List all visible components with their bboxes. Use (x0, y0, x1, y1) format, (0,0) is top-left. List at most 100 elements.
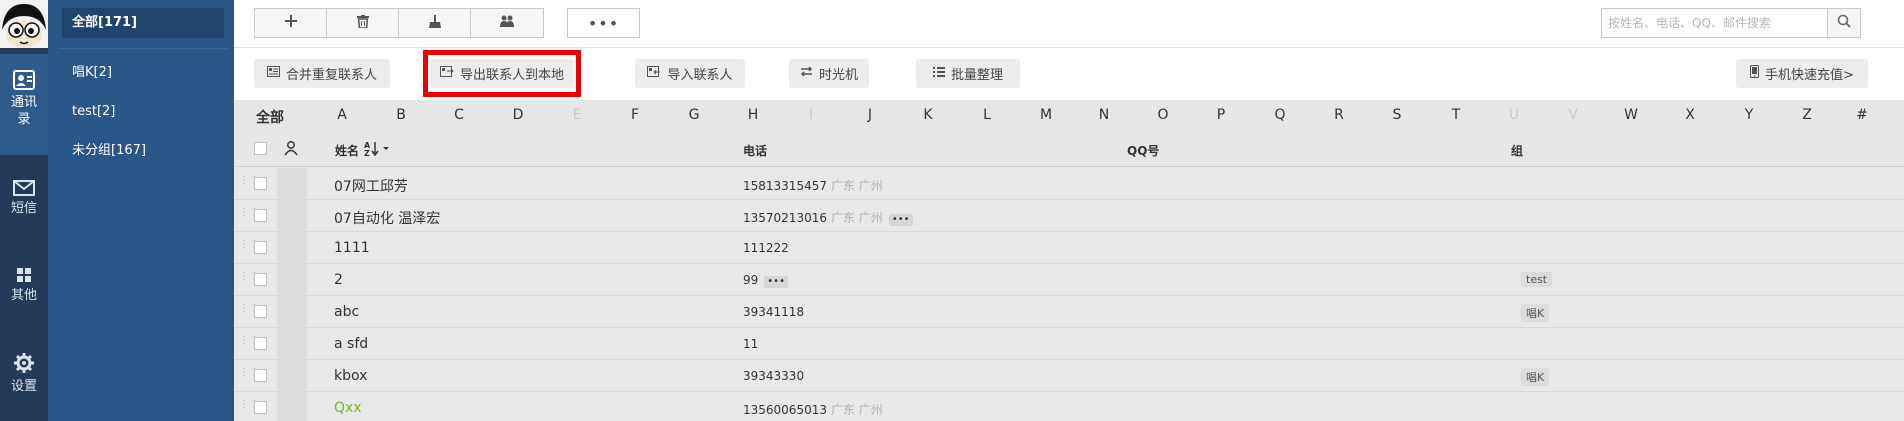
batch-organize-label: 批量整理 (950, 68, 1003, 83)
alpha-filter-letter[interactable]: C (454, 107, 464, 123)
row-checkbox[interactable] (254, 209, 267, 222)
column-header-name[interactable]: 姓名 (335, 142, 359, 159)
mail-icon (0, 180, 48, 196)
alpha-filter-letter[interactable]: Z (1802, 107, 1812, 123)
contact-avatar (277, 360, 307, 391)
alpha-filter-letter[interactable]: F (631, 107, 639, 123)
drag-handle-icon[interactable]: ⋮⋮ (239, 208, 259, 222)
cleanup-button[interactable] (399, 9, 471, 37)
row-checkbox[interactable] (254, 177, 267, 190)
rail-item-settings[interactable]: 设置 (0, 352, 48, 395)
alpha-filter-letter[interactable]: Y (1745, 107, 1754, 123)
row-checkbox[interactable] (254, 369, 267, 382)
contact-name[interactable]: abc (334, 304, 359, 320)
alpha-filter-letter[interactable]: H (748, 107, 759, 123)
contact-name[interactable]: 07自动化 温泽宏 (334, 208, 440, 228)
import-contacts-label: 导入联系人 (667, 68, 733, 83)
alpha-filter-letter-disabled: U (1508, 107, 1520, 123)
contact-phone: 99 (743, 273, 759, 287)
sort-az-icon[interactable]: AZ (364, 140, 390, 159)
more-button[interactable]: ••• (567, 8, 640, 38)
drag-handle-icon[interactable]: ⋮⋮ (239, 400, 259, 414)
alpha-filter-letter[interactable]: P (1217, 107, 1225, 123)
alpha-filter-letter[interactable]: X (1685, 107, 1695, 123)
time-machine-button[interactable]: 时光机 (789, 59, 869, 88)
trash-icon (356, 14, 369, 32)
alpha-filter-letter[interactable]: # (1856, 107, 1868, 123)
select-all-checkbox[interactable] (254, 142, 267, 155)
group-item-all[interactable]: 全部[171] (62, 8, 224, 38)
alpha-filter-letter[interactable]: G (689, 107, 700, 123)
alpha-filter-letter[interactable]: L (983, 107, 991, 123)
row-checkbox[interactable] (254, 401, 267, 414)
contact-name[interactable]: kbox (334, 368, 367, 384)
drag-handle-icon[interactable]: ⋮⋮ (239, 240, 259, 254)
contact-phone-cell: 13560065013 广东 广州 (743, 401, 883, 418)
contact-name[interactable]: Qxx (334, 400, 362, 416)
contact-name[interactable]: 1111 (334, 240, 370, 256)
alpha-filter-letter[interactable]: K (923, 107, 932, 123)
row-checkbox[interactable] (254, 337, 267, 350)
import-contacts-button[interactable]: 导入联系人 (635, 59, 745, 88)
group-tag: 唱K (1521, 304, 1550, 322)
alpha-filter-letter[interactable]: J (868, 107, 872, 123)
contact-row[interactable]: ⋮⋮ kbox 39343330 唱K (234, 360, 1904, 392)
mobile-recharge-label: 手机快速充值> (1765, 68, 1854, 83)
alpha-filter-letter[interactable]: W (1624, 107, 1638, 123)
row-checkbox[interactable] (254, 273, 267, 286)
contact-row[interactable]: ⋮⋮ 07网工邱芳 15813315457 广东 广州 (234, 168, 1904, 200)
contact-row[interactable]: ⋮⋮ 2 99 ••• test (234, 264, 1904, 296)
main-panel: ••• 合并重复联系人 导出联系人到本地 导入联系人 (234, 0, 1904, 421)
search-input[interactable] (1602, 9, 1822, 37)
row-checkbox[interactable] (254, 305, 267, 318)
contact-name[interactable]: a sfd (334, 336, 368, 352)
drag-handle-icon[interactable]: ⋮⋮ (239, 304, 259, 318)
drag-handle-icon[interactable]: ⋮⋮ (239, 336, 259, 350)
contact-phone-cell: 13570213016 广东 广州 ••• (743, 209, 913, 226)
group-tag: 唱K (1521, 368, 1550, 386)
drag-handle-icon[interactable]: ⋮⋮ (239, 368, 259, 382)
alpha-filter-letter[interactable]: S (1393, 107, 1402, 123)
drag-handle-icon[interactable]: ⋮⋮ (239, 272, 259, 286)
alpha-filter-letter[interactable]: Q (1274, 107, 1285, 123)
alpha-filter-letter[interactable]: A (337, 107, 347, 123)
group-item-ungrouped[interactable]: 未分组[167] (62, 136, 224, 166)
mobile-recharge-button[interactable]: 手机快速充值> (1736, 59, 1868, 88)
alpha-filter-letter[interactable]: T (1452, 107, 1461, 123)
app-window: 通讯录 短信 其他 设置 全部[171] 唱K[2] test[2] 未分组[1… (0, 0, 1904, 421)
alpha-filter-letter[interactable]: O (1157, 107, 1168, 123)
rail-item-contacts[interactable]: 通讯录 (0, 54, 48, 155)
search-button[interactable] (1827, 9, 1860, 37)
add-contact-button[interactable] (255, 9, 327, 37)
contact-row[interactable]: ⋮⋮ 1111 111222 (234, 232, 1904, 264)
more-phones-icon[interactable]: ••• (888, 214, 913, 226)
svg-text:Z: Z (364, 149, 370, 156)
merge-duplicates-button[interactable]: 合并重复联系人 (254, 59, 390, 88)
group-item-karaoke[interactable]: 唱K[2] (62, 58, 224, 88)
contact-row[interactable]: ⋮⋮ abc 39341118 唱K (234, 296, 1904, 328)
alpha-filter-all[interactable]: 全部 (256, 107, 284, 127)
alpha-filter-letter[interactable]: R (1334, 107, 1344, 123)
contact-phone: 13560065013 (743, 403, 827, 417)
avatar[interactable] (0, 0, 48, 48)
person-icon (283, 140, 299, 159)
contact-row[interactable]: ⋮⋮ Qxx 13560065013 广东 广州 (234, 392, 1904, 421)
contact-name[interactable]: 2 (334, 272, 343, 288)
rail-item-other[interactable]: 其他 (0, 267, 48, 304)
alpha-filter-letter[interactable]: B (396, 107, 406, 123)
alpha-filter-letter[interactable]: D (513, 107, 524, 123)
group-item-test[interactable]: test[2] (62, 97, 224, 127)
alpha-filter-letter[interactable]: N (1099, 107, 1109, 123)
plus-icon (284, 15, 297, 31)
delete-contact-button[interactable] (327, 9, 399, 37)
drag-handle-icon[interactable]: ⋮⋮ (239, 176, 259, 190)
group-users-button[interactable] (471, 9, 543, 37)
rail-item-sms[interactable]: 短信 (0, 180, 48, 217)
batch-organize-button[interactable]: 批量整理 (916, 59, 1020, 88)
contact-name[interactable]: 07网工邱芳 (334, 176, 408, 196)
more-phones-icon[interactable]: ••• (764, 276, 788, 288)
alpha-filter-letter[interactable]: M (1040, 107, 1052, 123)
contact-row[interactable]: ⋮⋮ 07自动化 温泽宏 13570213016 广东 广州 ••• (234, 200, 1904, 232)
contact-row[interactable]: ⋮⋮ a sfd 11 (234, 328, 1904, 360)
row-checkbox[interactable] (254, 241, 267, 254)
